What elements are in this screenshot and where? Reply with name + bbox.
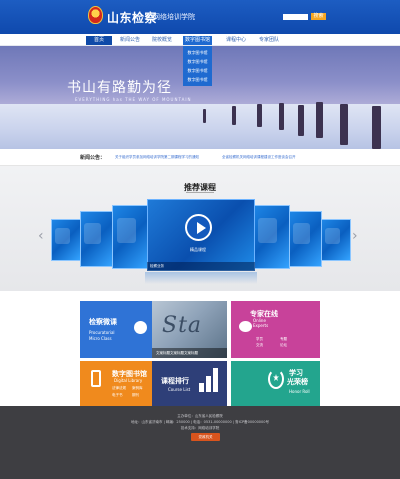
notice-label: 新闻公告： <box>80 155 106 161</box>
speech-bubble-icon <box>239 321 252 332</box>
tile-subtitle: Procuratorial <box>89 330 115 335</box>
footer-line: 主办单位：山东省人民检察院 <box>177 414 223 418</box>
nav-item-home[interactable]: 首页 <box>86 36 112 45</box>
mobile-phone-icon <box>91 370 101 387</box>
tile-title: 检察微课 <box>89 318 117 326</box>
tile-micro-class[interactable]: 检察微课 Procuratorial Micro Class <box>80 301 152 358</box>
nav-item-news[interactable]: 新闻公告 <box>117 36 143 45</box>
tile-link[interactable]: 专题 <box>280 337 287 342</box>
chat-bubble-icon <box>134 321 147 334</box>
bar-chart-icon <box>199 368 221 392</box>
tile-digital-library[interactable]: 数字图书馆 Digital Library 法律法规 案例库 电子书 期刊 <box>80 361 152 406</box>
pier-post <box>372 106 381 149</box>
pier-post <box>279 103 284 130</box>
banner-slogan: 书山有路勤为径 <box>67 80 172 96</box>
site-header: 山东检察 网络培训学院 搜索 <box>0 0 400 34</box>
tile-link[interactable]: 交流 <box>256 343 263 348</box>
notice-bar: 新闻公告： 关于组织学员参加网络培训学院第二期课程学习的通知 全省检察机关网络培… <box>0 149 400 166</box>
nav-item-courses[interactable]: 课程中心 <box>223 36 249 45</box>
sign-image-icon: Sta <box>162 313 203 338</box>
gov-badge[interactable]: 党政机关 <box>191 433 220 441</box>
tile-subtitle: Micro Class <box>89 336 112 341</box>
featured-course-caption: 精品课程 <box>190 247 206 252</box>
course-card[interactable] <box>253 205 290 269</box>
title-divider <box>186 192 214 193</box>
card-reflection <box>145 272 257 284</box>
pier-post <box>203 109 206 123</box>
submenu-item[interactable]: 数字图书馆 <box>183 57 212 66</box>
play-icon[interactable] <box>185 214 212 241</box>
submenu-item[interactable]: 数字图书馆 <box>183 48 212 57</box>
course-card[interactable] <box>112 205 149 269</box>
pier-post <box>340 104 348 145</box>
pier-post <box>257 104 262 127</box>
footer-line: 技术支持：网络培训学院 <box>180 426 220 430</box>
tile-experts-online[interactable]: 专家在线 Online Experts 学员 交流 专题 论坛 <box>231 301 320 358</box>
tile-link[interactable]: 电子书 <box>112 393 123 398</box>
tile-featured-photo[interactable]: Sta 文案标题文案标题文案标题 <box>152 301 227 358</box>
pier-post <box>298 105 304 136</box>
tile-subtitle: Course List <box>168 387 191 392</box>
photo-caption: 文案标题文案标题文案标题 <box>156 351 198 355</box>
library-submenu: 数字图书馆 数字图书馆 数字图书馆 数字图书馆 <box>183 46 212 86</box>
tile-link[interactable]: 学员 <box>256 337 263 342</box>
submenu-item[interactable]: 数字图书馆 <box>183 66 212 75</box>
site-subtitle: 网络培训学院 <box>153 13 195 21</box>
carousel-next-icon[interactable]: › <box>352 228 358 244</box>
procuratorate-emblem-icon <box>88 6 103 24</box>
course-card[interactable] <box>289 211 322 267</box>
tile-subtitle: Honor Roll <box>289 389 310 394</box>
tile-honor-roll[interactable]: 学习 光荣榜 Honor Roll <box>231 361 320 406</box>
laurel-star-icon <box>268 369 284 389</box>
nav-item-overview[interactable]: 院校概览 <box>149 36 175 45</box>
nav-item-library[interactable]: 数字图书馆 <box>183 36 212 45</box>
tile-subtitle: Experts <box>253 323 269 328</box>
banner-slogan-en: EVERYTHING has THE WAY OF MOUNTAIN <box>75 97 192 102</box>
tile-course-ranking[interactable]: 课程排行 Course List <box>152 361 227 406</box>
tile-link[interactable]: 法律法规 <box>112 386 126 391</box>
tile-title: 光荣榜 <box>287 378 308 386</box>
site-title[interactable]: 山东检察 <box>107 9 157 26</box>
submenu-item[interactable]: 数字图书馆 <box>183 75 212 84</box>
search-button[interactable]: 搜索 <box>311 13 326 20</box>
carousel-prev-icon[interactable]: ‹ <box>38 228 44 244</box>
pier-post <box>232 106 236 125</box>
course-card[interactable] <box>80 211 113 267</box>
course-card[interactable] <box>321 219 351 261</box>
notice-link[interactable]: 全省检察机关网络培训课程建设工作座谈会召开 <box>222 155 296 160</box>
tile-subtitle: Digital Library <box>114 378 143 383</box>
main-nav: 首页 新闻公告 院校概览 数字图书馆 课程中心 专家团队 <box>0 34 400 46</box>
nav-item-experts[interactable]: 专家团队 <box>256 36 282 45</box>
notice-link[interactable]: 关于组织学员参加网络培训学院第二期课程学习的通知 <box>115 155 199 160</box>
tile-link[interactable]: 论坛 <box>280 343 287 348</box>
footer-line: 地址：山东省济南市 | 邮编：250000 | 电话：0531-00000000… <box>131 420 269 424</box>
featured-course-label: 检察业务 <box>150 264 164 268</box>
course-card[interactable] <box>51 219 81 261</box>
site-footer: 主办单位：山东省人民检察院 地址：山东省济南市 | 邮编：250000 | 电话… <box>0 406 400 479</box>
search-input[interactable] <box>283 14 308 20</box>
pier-post <box>316 102 323 138</box>
banner-pagination <box>190 139 218 154</box>
tile-link[interactable]: 期刊 <box>132 393 139 398</box>
tile-title: 课程排行 <box>161 377 189 385</box>
tile-link[interactable]: 案例库 <box>132 386 143 391</box>
